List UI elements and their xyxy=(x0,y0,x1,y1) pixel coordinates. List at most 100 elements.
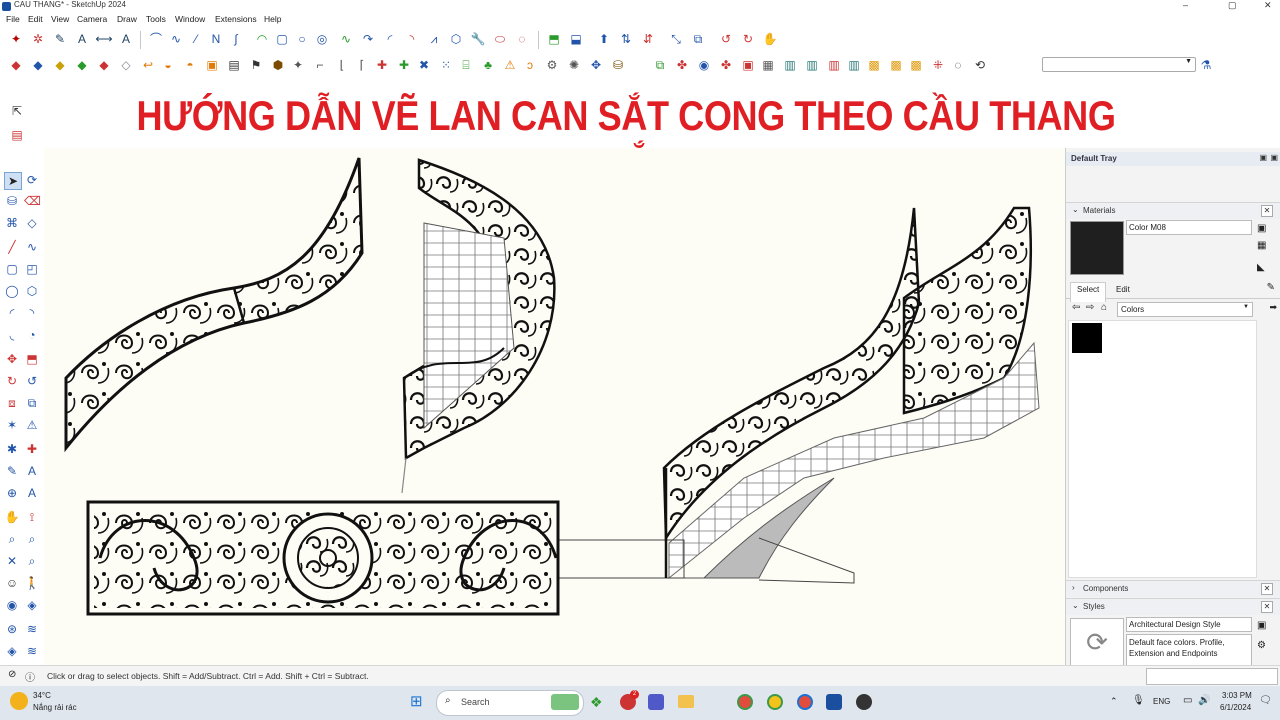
arc-4-tool-icon[interactable]: ◝ xyxy=(404,31,420,47)
circle-tool-icon[interactable]: ○ xyxy=(294,31,310,47)
sandbox-4-icon[interactable]: ≋ xyxy=(24,643,40,659)
text-tool-icon[interactable]: A xyxy=(74,31,90,47)
position-camera-icon[interactable]: ☺ xyxy=(4,575,20,591)
offset-tool-icon[interactable]: ⬡ xyxy=(448,31,464,47)
puzzle-2-icon[interactable]: ✤ xyxy=(718,57,734,73)
menu-window[interactable]: Window xyxy=(175,14,205,24)
curve-orange-icon[interactable]: ↩ xyxy=(140,57,156,73)
offset-icon[interactable]: ⧉ xyxy=(24,395,40,411)
grid-orange-3-icon[interactable]: ▩ xyxy=(908,57,924,73)
arc-tool-icon[interactable]: ⌒ xyxy=(148,31,164,47)
arc-3-tool-icon[interactable]: ◜ xyxy=(382,31,398,47)
circle-arrows-icon[interactable]: ⟲ xyxy=(972,57,988,73)
push-pull-icon[interactable]: ⬒ xyxy=(546,31,562,47)
microphone-icon[interactable]: 🎙 xyxy=(1132,695,1145,706)
panel-2-icon[interactable]: ▥ xyxy=(804,57,820,73)
menu-draw[interactable]: Draw xyxy=(117,14,137,24)
grid-orange-1-icon[interactable]: ▩ xyxy=(866,57,882,73)
line-icon[interactable]: ╱ xyxy=(4,239,20,255)
spiral-staircase-1[interactable] xyxy=(401,158,556,494)
panel-3-icon[interactable]: ▥ xyxy=(826,57,842,73)
zoom-window-icon[interactable]: ⌕ xyxy=(4,531,20,547)
style-options-icon[interactable]: ⚙ xyxy=(1257,640,1266,651)
arc-icon[interactable]: ◜ xyxy=(4,305,20,321)
zoom-extents-icon[interactable]: ⌕ xyxy=(24,531,40,547)
section-icon[interactable]: ◈ xyxy=(24,597,40,613)
menu-view[interactable]: View xyxy=(51,14,69,24)
eraser-icon[interactable]: ⌫ xyxy=(24,193,41,209)
hand-tool-icon[interactable]: ✋ xyxy=(762,31,778,47)
shape-2-icon[interactable]: ✦ xyxy=(290,57,306,73)
protractor-icon[interactable]: ⚠ xyxy=(24,417,40,433)
previous-view-icon[interactable]: ✕ xyxy=(4,553,20,569)
flat-railing-panel[interactable] xyxy=(86,500,560,616)
tab-select[interactable]: Select xyxy=(1070,282,1107,302)
chevron-up-icon[interactable]: ⌃ xyxy=(1110,696,1118,707)
shape-5-icon[interactable]: ⌈ xyxy=(354,57,370,73)
minimize-button[interactable]: – xyxy=(1183,0,1188,10)
bend-icon[interactable]: ◓ xyxy=(182,57,198,73)
follow-me-left-icon[interactable]: ↺ xyxy=(24,373,40,389)
dotted-circle-icon[interactable]: ◌ xyxy=(950,57,966,73)
move-tool-icon[interactable]: ⇱ xyxy=(9,103,25,119)
tag-icon[interactable]: ◇ xyxy=(24,215,40,231)
railing-curve-1[interactable] xyxy=(64,157,364,453)
layers-tool-icon[interactable]: ▤ xyxy=(9,127,25,143)
layers-icon[interactable]: ⧉ xyxy=(652,57,668,73)
menu-edit[interactable]: Edit xyxy=(28,14,43,24)
ellipse-tool-icon[interactable]: ⬭ xyxy=(492,31,508,47)
info-icon[interactable]: ⓘ xyxy=(25,669,35,684)
curve-tool-icon[interactable]: ∿ xyxy=(338,31,354,47)
instructor-icon[interactable]: ⚗ xyxy=(1198,57,1214,73)
rotated-rect-icon[interactable]: ◰ xyxy=(24,261,40,277)
freehand-icon[interactable]: ∿ xyxy=(24,239,40,255)
chevron-down-icon[interactable]: ▼ xyxy=(1185,58,1192,65)
materials-header[interactable]: ⌄ Materials ✕ xyxy=(1066,202,1280,219)
zigzag-tool-icon[interactable]: ⩘ xyxy=(426,31,442,47)
shape-3-icon[interactable]: ⌐ xyxy=(312,57,328,73)
zoom-icon[interactable]: ⟟ xyxy=(24,509,40,525)
file-explorer-icon[interactable] xyxy=(678,695,694,708)
drawing-canvas[interactable] xyxy=(44,148,1065,665)
solid-blue-icon[interactable]: ◆ xyxy=(30,57,46,73)
plus-red-icon[interactable]: ✚ xyxy=(374,57,390,73)
pie-icon[interactable]: ◔ xyxy=(24,327,40,343)
language-indicator[interactable]: ENG xyxy=(1153,697,1170,706)
dimension-tool-icon[interactable]: ⟷ xyxy=(95,31,112,47)
status-icon[interactable]: ⊘ xyxy=(8,669,16,680)
bucket-icon[interactable]: ⛁ xyxy=(610,57,626,73)
flag-icon[interactable]: ⚑ xyxy=(248,57,264,73)
solid-red-icon[interactable]: ◆ xyxy=(8,57,24,73)
clock-date[interactable]: 6/1/2024 xyxy=(1220,703,1251,712)
network-icon[interactable]: ▭ xyxy=(1183,695,1192,706)
trees-icon[interactable]: ♣ xyxy=(480,57,496,73)
move-up-down-icon[interactable]: ⇅ xyxy=(618,31,634,47)
volume-icon[interactable]: 🔊 xyxy=(1198,695,1210,706)
arc-2-tool-icon[interactable]: ◠ xyxy=(254,31,270,47)
polygon-tool-icon[interactable]: ◎ xyxy=(314,31,330,47)
gear-2-icon[interactable]: ✺ xyxy=(566,57,582,73)
solid-gray-icon[interactable]: ◇ xyxy=(118,57,134,73)
stairs-icon[interactable]: ⌸ xyxy=(458,57,474,73)
text-left-icon[interactable]: ✎ xyxy=(4,463,20,479)
axes-icon[interactable]: ✚ xyxy=(24,441,40,457)
taskbar-search[interactable]: ⌕ Search xyxy=(436,690,584,716)
details-arrow-icon[interactable]: ➡ xyxy=(1269,302,1277,313)
menu-camera[interactable]: Camera xyxy=(77,14,107,24)
menu-file[interactable]: File xyxy=(6,14,20,24)
extrude-icon[interactable]: ⬆ xyxy=(596,31,612,47)
sketchup-taskbar-icon[interactable] xyxy=(826,694,842,710)
dots-icon[interactable]: ⁙ xyxy=(438,57,454,73)
panel-1-icon[interactable]: ▥ xyxy=(782,57,798,73)
dimension-icon[interactable]: ✱ xyxy=(4,441,20,457)
move-icon[interactable]: ✥ xyxy=(588,57,604,73)
polyline-tool-icon[interactable]: Ν xyxy=(208,31,224,47)
select-arrow-icon[interactable]: ➤ xyxy=(4,172,22,190)
lamp-icon[interactable]: ↄ xyxy=(522,57,538,73)
solid-green-icon[interactable]: ◆ xyxy=(74,57,90,73)
push-pull-left-icon[interactable]: ⬒ xyxy=(24,351,40,367)
flip-tool-icon[interactable]: ⧉ xyxy=(690,31,706,47)
home-icon[interactable]: ⌂ xyxy=(1101,302,1107,313)
search-input[interactable]: ▼ xyxy=(1042,57,1196,72)
select-tool-icon[interactable]: ✦ xyxy=(8,31,24,47)
